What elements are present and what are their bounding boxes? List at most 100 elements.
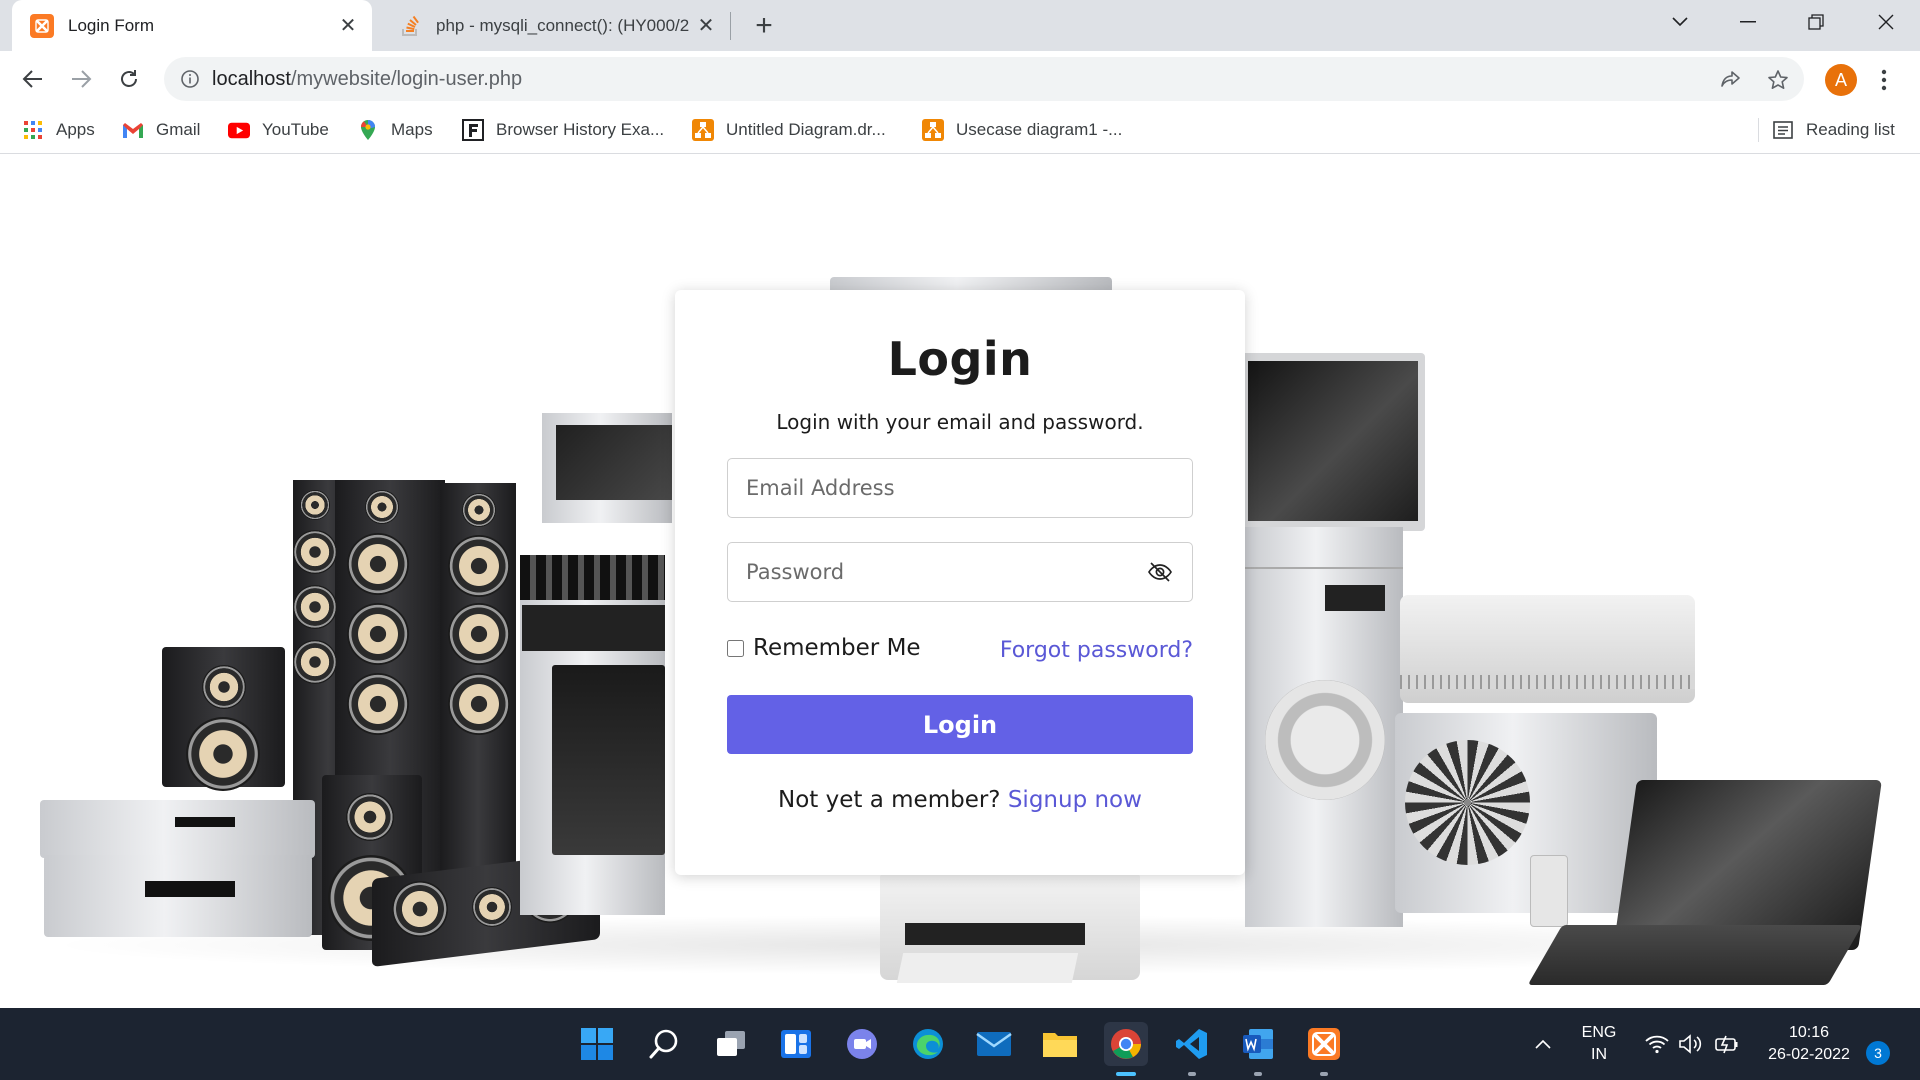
restore-button[interactable] — [1786, 0, 1846, 44]
password-input[interactable] — [727, 542, 1193, 602]
running-indicator — [1116, 1072, 1136, 1076]
task-view-button[interactable] — [709, 1022, 753, 1066]
widgets-icon — [781, 1030, 811, 1058]
clock[interactable]: 10:16 26-02-2022 — [1756, 1022, 1862, 1066]
forgot-password-link[interactable]: Forgot password? — [1000, 638, 1193, 663]
xampp-icon — [1308, 1028, 1340, 1060]
login-title: Login — [887, 332, 1033, 386]
region-code: IN — [1591, 1046, 1607, 1063]
bookmark-youtube[interactable]: YouTube — [228, 117, 329, 143]
wifi-icon — [1645, 1035, 1669, 1054]
start-button[interactable] — [575, 1022, 619, 1066]
vscode-button[interactable] — [1170, 1022, 1214, 1076]
forward-button[interactable] — [62, 60, 100, 98]
tab-title: php - mysqli_connect(): (HY000/2 — [436, 15, 690, 35]
chrome-icon — [1111, 1029, 1141, 1059]
xampp-button[interactable] — [1302, 1022, 1346, 1076]
volume-button[interactable] — [1674, 1022, 1708, 1066]
bookmark-label: Browser History Exa... — [496, 120, 665, 139]
reload-icon — [121, 70, 137, 87]
windows-logo-icon — [581, 1028, 613, 1060]
signup-link[interactable]: Signup now — [1008, 787, 1142, 813]
wifi-button[interactable] — [1640, 1022, 1674, 1066]
bookmark-maps[interactable]: Maps — [357, 117, 433, 143]
mail-button[interactable] — [972, 1022, 1016, 1066]
bookmark-gmail[interactable]: Gmail — [122, 117, 200, 143]
widgets-button[interactable] — [774, 1022, 818, 1066]
chrome-button[interactable] — [1104, 1022, 1148, 1076]
login-button[interactable]: Login — [727, 695, 1193, 754]
reading-list-label: Reading list — [1806, 120, 1895, 139]
toggle-password-visibility-icon[interactable] — [1146, 560, 1174, 584]
bookmark-label: Apps — [56, 120, 95, 139]
close-tab-icon[interactable]: ✕ — [692, 12, 720, 40]
tab-search-icon[interactable] — [1650, 0, 1710, 44]
signup-prompt-text: Not yet a member? — [778, 787, 1001, 813]
task-view-icon — [717, 1031, 745, 1056]
url-host: localhost — [212, 68, 291, 90]
speaker-volume-icon — [1679, 1034, 1702, 1054]
remember-me-label: Remember Me — [753, 635, 921, 661]
tab-php-mysqli[interactable]: php - mysqli_connect(): (HY000/2 ✕ — [380, 0, 730, 51]
address-bar[interactable]: localhost/mywebsite/login-user.php — [164, 57, 1804, 101]
forward-arrow-icon — [72, 70, 92, 88]
running-indicator — [1254, 1072, 1262, 1076]
mail-icon — [976, 1032, 1012, 1056]
login-card: Login Login with your email and password… — [675, 290, 1245, 875]
word-icon — [1243, 1029, 1273, 1059]
reading-list-icon — [1772, 119, 1794, 141]
bookmarks-separator — [1758, 118, 1759, 142]
tab-login-form[interactable]: Login Form ✕ — [12, 0, 372, 51]
battery-button[interactable] — [1710, 1022, 1744, 1066]
chevron-up-icon — [1535, 1039, 1551, 1049]
signup-prompt: Not yet a member? Signup now — [675, 787, 1245, 813]
bookmark-browser-history[interactable]: Browser History Exa... — [462, 117, 664, 143]
minimize-button[interactable] — [1718, 0, 1778, 44]
clock-date: 26-02-2022 — [1768, 1046, 1850, 1063]
back-arrow-icon — [22, 70, 42, 88]
windows-taskbar: ENG IN 10:16 26-02-2022 3 — [0, 1008, 1920, 1080]
bookmarks-bar: Apps Gmail YouTube Maps Browser History … — [0, 107, 1920, 154]
teams-chat-icon — [847, 1029, 877, 1059]
reload-button[interactable] — [110, 60, 148, 98]
search-button[interactable] — [642, 1022, 686, 1066]
bookmark-untitled-diagram[interactable]: Untitled Diagram.dr... — [692, 117, 886, 143]
file-explorer-button[interactable] — [1038, 1022, 1082, 1066]
email-input[interactable] — [727, 458, 1193, 518]
close-tab-icon[interactable]: ✕ — [334, 12, 362, 40]
remember-me[interactable]: Remember Me — [727, 635, 921, 661]
back-button[interactable] — [14, 60, 52, 98]
f-icon — [462, 119, 484, 141]
word-button[interactable] — [1236, 1022, 1280, 1076]
vscode-icon — [1176, 1029, 1207, 1059]
menu-kebab-icon[interactable] — [1872, 63, 1896, 97]
chat-button[interactable] — [840, 1022, 884, 1066]
bookmark-apps[interactable]: Apps — [22, 117, 95, 143]
bookmark-label: Maps — [391, 120, 433, 139]
remember-me-checkbox[interactable] — [727, 639, 744, 657]
edge-button[interactable] — [906, 1022, 950, 1066]
notification-badge[interactable]: 3 — [1866, 1041, 1890, 1065]
bookmark-label: Untitled Diagram.dr... — [726, 120, 886, 139]
close-window-button[interactable] — [1856, 0, 1916, 44]
input-language[interactable]: ENG IN — [1572, 1022, 1626, 1066]
page-content: Login Login with your email and password… — [0, 155, 1920, 1008]
new-tab-button[interactable]: + — [748, 9, 780, 42]
gmail-icon — [122, 119, 144, 141]
site-info-icon[interactable] — [178, 67, 202, 91]
edge-icon — [913, 1029, 943, 1059]
bookmark-usecase-diagram[interactable]: Usecase diagram1 -... — [922, 117, 1122, 143]
drawio-icon — [692, 119, 714, 141]
apps-grid-icon — [22, 119, 44, 141]
bookmark-label: Usecase diagram1 -... — [956, 120, 1123, 139]
show-hidden-icons-button[interactable] — [1528, 1022, 1558, 1066]
reading-list-button[interactable]: Reading list — [1772, 117, 1895, 143]
xampp-icon — [30, 13, 54, 38]
language-code: ENG — [1581, 1024, 1617, 1041]
browser-toolbar: localhost/mywebsite/login-user.php A — [0, 51, 1920, 107]
clock-time: 10:16 — [1788, 1024, 1830, 1041]
profile-avatar[interactable]: A — [1825, 64, 1857, 96]
share-icon[interactable] — [1718, 67, 1744, 93]
bookmark-star-icon[interactable] — [1765, 67, 1791, 93]
url-text[interactable]: localhost/mywebsite/login-user.php — [212, 68, 522, 91]
